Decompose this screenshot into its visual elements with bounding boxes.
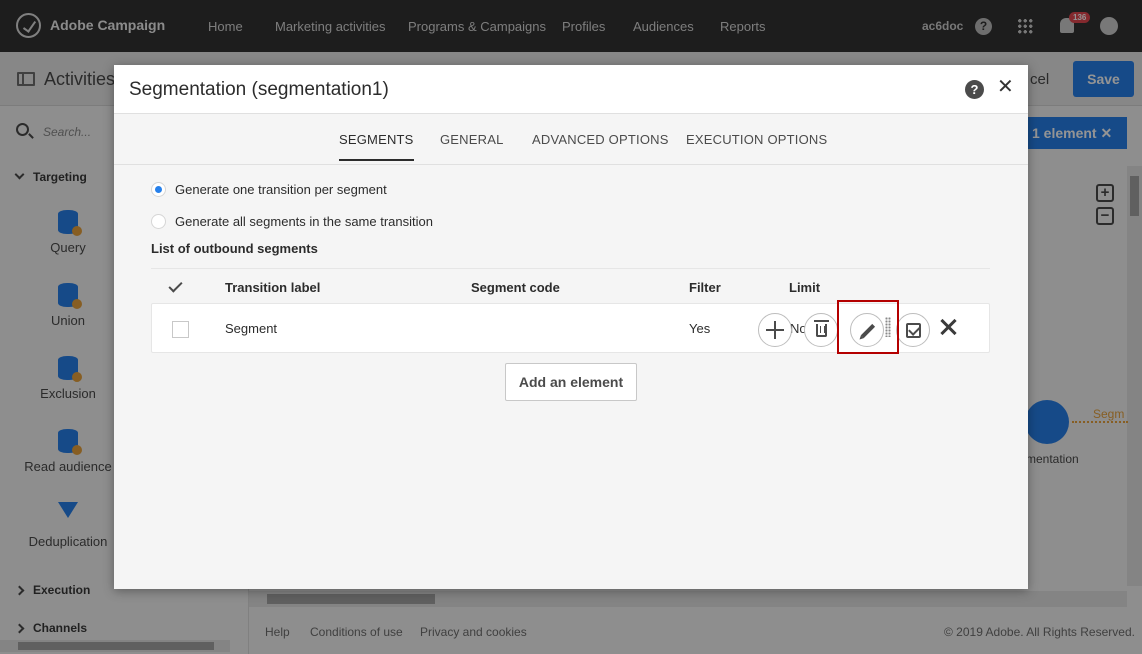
radio-label: Generate all segments in the same transi… xyxy=(175,214,433,229)
checkbox-confirm-icon xyxy=(906,323,921,338)
close-icon[interactable]: ✕ xyxy=(997,77,1014,97)
column-segment-code: Segment code xyxy=(471,280,560,295)
help-icon[interactable]: ? xyxy=(965,80,984,99)
cell-filter: Yes xyxy=(689,321,711,336)
row-checkbox[interactable] xyxy=(172,321,189,338)
column-transition-label: Transition label xyxy=(225,280,321,295)
dialog-title: Segmentation (segmentation1) xyxy=(129,79,389,100)
confirm-icon[interactable] xyxy=(896,313,930,347)
column-filter: Filter xyxy=(689,280,721,295)
cell-transition-label: Segment xyxy=(225,321,278,336)
trash-icon xyxy=(814,320,829,337)
segments-table-header: Transition label Segment code Filter Lim… xyxy=(151,268,990,304)
radio-label: Generate one transition per segment xyxy=(175,182,387,197)
outbound-segments-label: List of outbound segments xyxy=(151,241,318,256)
tab-advanced-options[interactable]: ADVANCED OPTIONS xyxy=(532,132,669,161)
add-element-button[interactable]: Add an element xyxy=(505,363,637,401)
tab-general[interactable]: GENERAL xyxy=(440,132,504,161)
edit-button-highlight xyxy=(837,300,899,354)
add-icon[interactable] xyxy=(758,313,792,347)
column-limit: Limit xyxy=(789,280,821,295)
dialog-header: Segmentation (segmentation1) ? ✕ xyxy=(114,65,1028,114)
radio-all-segments-same-transition[interactable]: Generate all segments in the same transi… xyxy=(151,214,433,229)
segmentation-dialog: Segmentation (segmentation1) ? ✕ SEGMENT… xyxy=(114,65,1028,589)
cancel-row-icon[interactable] xyxy=(938,317,958,337)
tab-segments[interactable]: SEGMENTS xyxy=(339,132,414,161)
radio-one-transition-per-segment[interactable]: Generate one transition per segment xyxy=(151,182,387,197)
plus-bar xyxy=(774,321,776,339)
delete-icon[interactable] xyxy=(804,313,838,347)
tab-execution-options[interactable]: EXECUTION OPTIONS xyxy=(686,132,827,161)
select-all-check-icon[interactable] xyxy=(168,278,183,293)
dialog-tabs: SEGMENTS GENERAL ADVANCED OPTIONS EXECUT… xyxy=(114,115,1028,165)
radio-button[interactable] xyxy=(151,214,166,229)
radio-button-checked[interactable] xyxy=(151,182,166,197)
